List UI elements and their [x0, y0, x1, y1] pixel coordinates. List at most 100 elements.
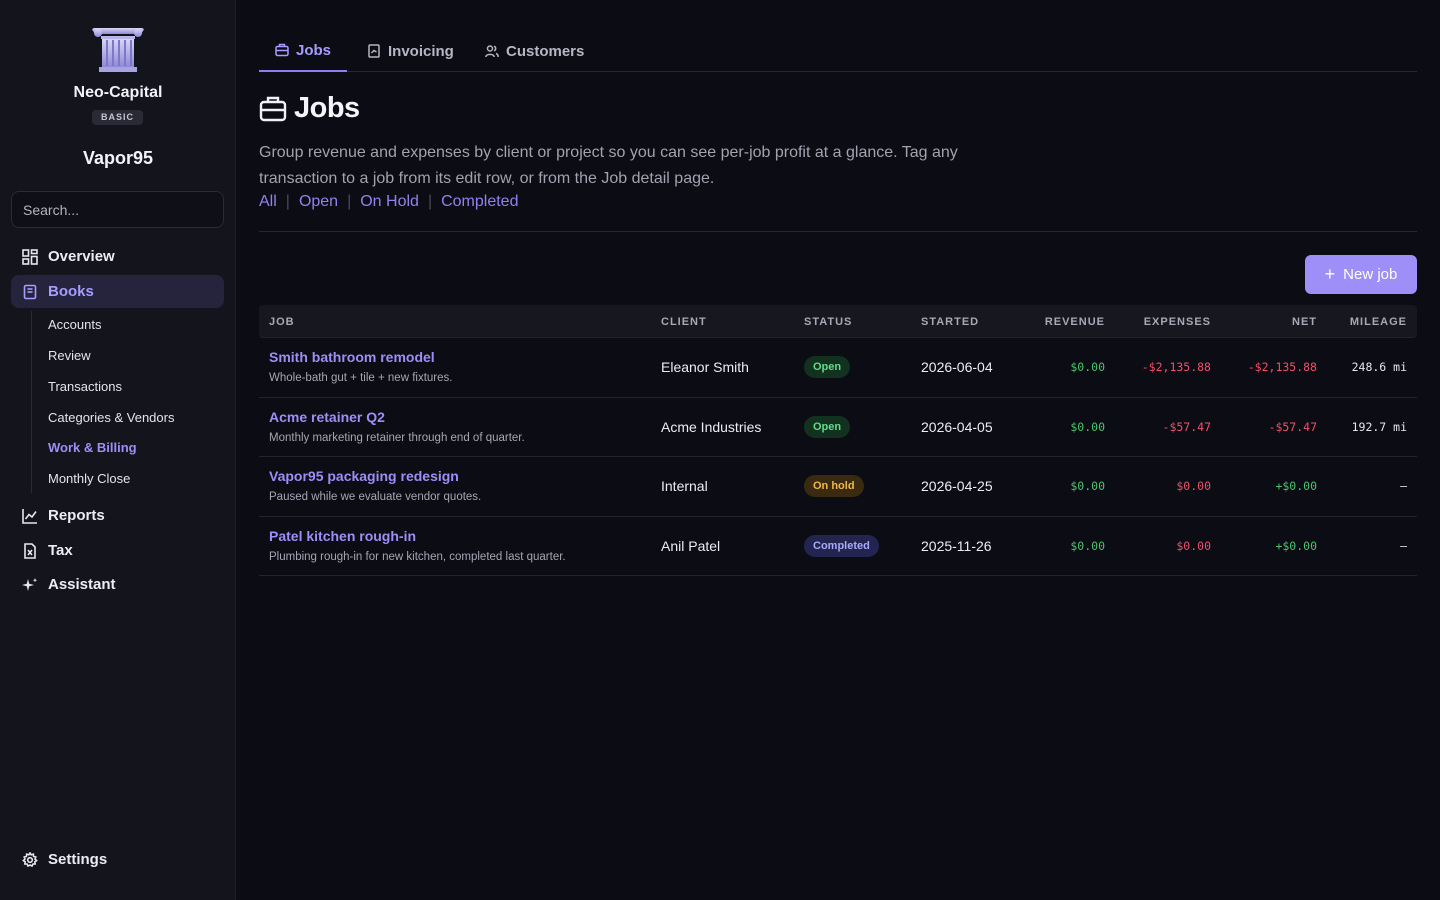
nav-reports[interactable]: Reports: [11, 499, 224, 532]
invoice-icon: [367, 44, 381, 58]
client-name: Eleanor Smith: [661, 359, 749, 375]
jobs-table: JOB CLIENT STATUS STARTED REVENUE EXPENS…: [259, 305, 1417, 576]
table-row[interactable]: Patel kitchen rough-in Plumbing rough-in…: [259, 517, 1417, 576]
subnav-work-billing[interactable]: Work & Billing: [48, 440, 137, 455]
job-name-link[interactable]: Smith bathroom remodel: [269, 349, 435, 365]
subnav-categories-vendors[interactable]: Categories & Vendors: [48, 410, 174, 425]
started-date: 2026-04-05: [921, 418, 993, 435]
nav-settings[interactable]: Settings: [11, 843, 224, 876]
net-value: -$57.47: [1268, 419, 1317, 434]
nav-tax-label: Tax: [48, 542, 73, 559]
status-badge: Completed: [804, 534, 879, 557]
subnav-transactions[interactable]: Transactions: [48, 379, 122, 394]
plan-badge: BASIC: [92, 110, 143, 125]
nav-tax[interactable]: Tax: [11, 534, 224, 567]
table-row[interactable]: Smith bathroom remodel Whole-bath gut + …: [259, 338, 1417, 398]
tab-invoicing-label: Invoicing: [388, 42, 454, 60]
status-badge: Open: [804, 356, 851, 378]
job-name-link[interactable]: Patel kitchen rough-in: [269, 528, 416, 544]
expenses-value: $0.00: [1176, 538, 1211, 553]
job-description: Plumbing rough-in for new kitchen, compl…: [269, 550, 566, 563]
header-status[interactable]: STATUS: [804, 316, 852, 328]
subnav-monthly-close[interactable]: Monthly Close: [48, 471, 130, 486]
expenses-value: $0.00: [1176, 479, 1211, 493]
search-input[interactable]: [11, 191, 224, 228]
job-description: Paused while we evaluate vendor quotes.: [269, 491, 482, 503]
gear-icon: [21, 851, 38, 868]
filter-separator: |: [347, 193, 352, 210]
job-name-link[interactable]: Vapor95 packaging redesign: [269, 468, 459, 484]
subnav-accounts[interactable]: Accounts: [48, 317, 101, 332]
new-job-button[interactable]: + New job: [1305, 255, 1417, 294]
net-value: +$0.00: [1275, 479, 1317, 493]
net-value: +$0.00: [1275, 538, 1317, 553]
table-row[interactable]: Vapor95 packaging redesign Paused while …: [259, 457, 1417, 517]
table-row[interactable]: Acme retainer Q2 Monthly marketing retai…: [259, 398, 1417, 457]
subnav-guide-line: [31, 311, 32, 493]
tab-jobs[interactable]: Jobs: [259, 30, 347, 72]
mileage-value: —: [1400, 479, 1407, 493]
started-date: 2025-11-26: [921, 537, 992, 554]
page-title-text: Jobs: [294, 92, 360, 124]
header-started[interactable]: STARTED: [921, 316, 979, 328]
expenses-value: -$57.47: [1162, 419, 1211, 434]
page-description: Group revenue and expenses by client or …: [259, 144, 958, 187]
tab-invoicing[interactable]: Invoicing: [367, 30, 454, 72]
nav-assistant[interactable]: Assistant: [11, 568, 224, 601]
expenses-value: -$2,135.88: [1141, 360, 1211, 374]
page-title: Jobs: [259, 92, 360, 125]
brand-name: Neo-Capital: [73, 84, 163, 101]
job-name-link[interactable]: Acme retainer Q2: [269, 409, 385, 425]
header-client[interactable]: CLIENT: [661, 316, 707, 328]
status-filters: All | Open | On Hold | Completed: [259, 193, 518, 211]
overview-grid-icon: [21, 248, 38, 265]
tab-customers-label: Customers: [506, 42, 585, 60]
filter-completed[interactable]: Completed: [441, 193, 518, 211]
book-icon: [21, 283, 38, 300]
filter-separator: |: [427, 193, 433, 210]
revenue-value: $0.00: [1070, 479, 1105, 493]
job-description: Monthly marketing retainer through end o…: [269, 431, 525, 444]
filter-on-hold[interactable]: On Hold: [360, 193, 419, 211]
new-job-label: New job: [1343, 266, 1398, 283]
filter-separator: |: [285, 193, 290, 210]
briefcase-icon: [275, 43, 289, 57]
header-net[interactable]: NET: [1292, 316, 1317, 328]
tab-bar: Jobs Invoicing Customers: [259, 30, 1417, 72]
mileage-value: 248.6 mi: [1351, 360, 1407, 374]
job-description: Whole-bath gut + tile + new fixtures.: [269, 372, 453, 384]
company-name[interactable]: Vapor95: [0, 148, 236, 169]
header-job[interactable]: JOB: [269, 316, 295, 328]
briefcase-icon: [259, 95, 287, 123]
users-icon: [485, 44, 499, 58]
revenue-value: $0.00: [1070, 360, 1105, 374]
header-revenue[interactable]: REVENUE: [1045, 316, 1105, 328]
nav-reports-label: Reports: [48, 507, 105, 524]
tab-customers[interactable]: Customers: [485, 30, 584, 72]
nav-assistant-label: Assistant: [48, 576, 116, 593]
status-badge: On hold: [804, 475, 864, 497]
subnav-review[interactable]: Review: [48, 348, 91, 363]
nav-overview-label: Overview: [48, 248, 115, 265]
nav-overview[interactable]: Overview: [11, 240, 224, 273]
client-name: Acme Industries: [661, 418, 762, 435]
filter-open[interactable]: Open: [299, 193, 338, 211]
table-header: JOB CLIENT STATUS STARTED REVENUE EXPENS…: [259, 305, 1417, 338]
mileage-value: —: [1400, 538, 1407, 553]
revenue-value: $0.00: [1070, 538, 1105, 553]
sidebar: Neo-Capital BASIC Vapor95 Overview Books…: [0, 0, 236, 900]
nav-books[interactable]: Books: [11, 275, 224, 308]
tab-jobs-label: Jobs: [295, 41, 331, 59]
client-name: Anil Patel: [661, 537, 721, 554]
header-expenses[interactable]: EXPENSES: [1144, 316, 1211, 328]
started-date: 2026-06-04: [921, 359, 993, 375]
revenue-value: $0.00: [1070, 419, 1105, 434]
chart-icon: [21, 507, 38, 524]
column-logo-icon: [92, 28, 144, 72]
section-divider: [259, 231, 1417, 232]
client-name: Internal: [661, 478, 708, 494]
tax-document-icon: [21, 542, 38, 559]
mileage-value: 192.7 mi: [1351, 419, 1407, 434]
header-mileage[interactable]: MILEAGE: [1350, 316, 1407, 328]
filter-all[interactable]: All: [259, 193, 277, 211]
